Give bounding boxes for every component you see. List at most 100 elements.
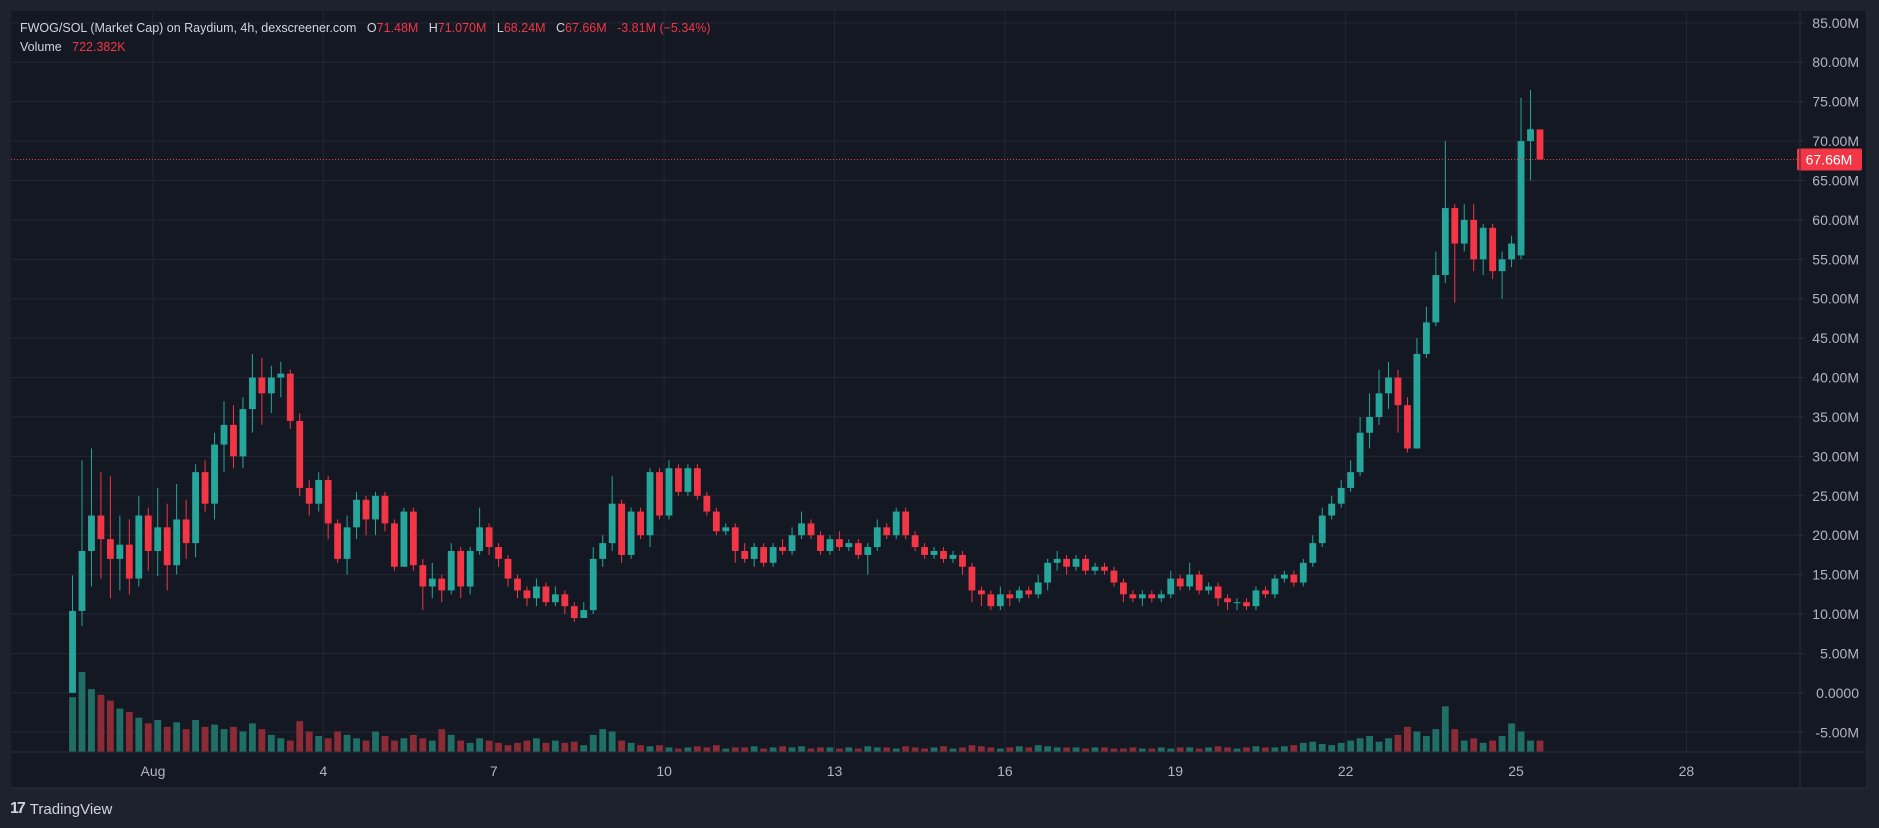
volume-bar: [1536, 740, 1544, 752]
volume-bar: [1025, 747, 1033, 752]
candle-body: [1489, 227, 1497, 272]
candle-body: [125, 544, 133, 579]
candle-body: [741, 550, 749, 559]
candle-body: [192, 472, 200, 544]
candle-body: [1508, 243, 1515, 260]
volume-bar: [372, 731, 379, 752]
volume-bar: [570, 741, 578, 752]
series-legend: FWOG/SOL (Market Cap) on Raydium, 4h, de…: [20, 19, 711, 57]
candle-body: [182, 519, 190, 544]
volume-bar: [163, 726, 171, 752]
candle-body: [580, 610, 588, 618]
candle-body: [883, 527, 891, 536]
plot-area[interactable]: [11, 11, 1800, 752]
volume-bar: [1489, 740, 1497, 752]
volume-bar: [1385, 738, 1392, 752]
volume-bar: [239, 731, 247, 752]
price-tick-label: 70.00M: [1812, 133, 1859, 149]
candle-body: [911, 535, 919, 548]
candle-body: [372, 495, 379, 520]
candle-body: [1044, 562, 1052, 583]
volume-bar: [551, 740, 559, 752]
close-key: C: [555, 21, 565, 35]
candle-body: [892, 511, 900, 536]
candle-body: [930, 550, 938, 555]
volume-bar: [1337, 742, 1345, 752]
candle-body: [1176, 578, 1184, 587]
volume-bar: [1517, 731, 1525, 752]
candle-body: [665, 468, 673, 516]
volume-bar: [514, 742, 521, 752]
volume-bar: [504, 745, 512, 752]
volume-bar: [1394, 734, 1402, 752]
volume-bar: [1404, 726, 1411, 752]
volume-bar: [1224, 747, 1231, 752]
volume-bar: [1498, 736, 1506, 752]
price-tick-label: 85.00M: [1812, 15, 1859, 31]
change-value: -3.81M (−5.34%): [617, 21, 711, 35]
volume-bar: [495, 742, 502, 752]
candle-body: [1299, 562, 1307, 583]
candle-body: [1186, 574, 1194, 587]
volume-bar: [1091, 747, 1099, 752]
volume-bar: [391, 740, 398, 752]
volume-bar: [97, 694, 105, 752]
volume-bar: [1299, 742, 1307, 752]
candle-body: [343, 527, 351, 559]
candle-body: [1053, 558, 1061, 563]
volume-bar: [1470, 738, 1478, 752]
volume-bar: [940, 746, 947, 752]
volume-bar: [854, 748, 862, 752]
candle-body: [561, 594, 569, 607]
volume-bar: [419, 738, 427, 752]
volume-bar: [835, 748, 843, 752]
volume-bar: [230, 726, 237, 752]
candle-body: [523, 590, 531, 599]
volume-bar: [1328, 745, 1336, 752]
volume-bar: [1053, 747, 1061, 752]
candle-body: [921, 547, 929, 555]
volume-bar: [88, 689, 95, 752]
time-tick-label: 4: [319, 763, 327, 779]
candle-body: [438, 578, 446, 591]
volume-bar: [987, 747, 995, 752]
time-scale-area[interactable]: [11, 752, 1867, 788]
candle-body: [1006, 594, 1014, 599]
candle-body: [220, 424, 228, 445]
volume-bar: [220, 729, 228, 752]
volume-bar: [154, 720, 162, 752]
candle-body: [627, 511, 635, 555]
candle-body: [173, 519, 181, 566]
candle-body: [1441, 208, 1449, 276]
volume-bar: [996, 748, 1004, 752]
volume-bar: [1422, 736, 1430, 752]
candle-body: [1432, 275, 1440, 323]
price-tick-label: 15.00M: [1812, 567, 1859, 583]
volume-bar: [182, 729, 190, 752]
volume-bar: [798, 746, 805, 752]
volume-label[interactable]: Volume: [20, 40, 62, 54]
candle-body: [608, 503, 616, 544]
volume-bar: [542, 742, 550, 752]
candle-body: [1110, 570, 1118, 583]
candle-body: [466, 550, 474, 587]
candle-body: [996, 594, 1004, 607]
candle-body: [817, 535, 824, 551]
candle-body: [570, 606, 578, 618]
candle-body: [1517, 141, 1525, 256]
price-tick-label: 75.00M: [1812, 94, 1859, 110]
candle-body: [1252, 590, 1260, 607]
volume-bar: [125, 712, 133, 752]
symbol-title[interactable]: FWOG/SOL (Market Cap) on Raydium, 4h, de…: [20, 21, 356, 35]
candle-body: [750, 547, 758, 559]
volume-bar: [1157, 747, 1165, 752]
chart-canvas[interactable]: 67.66M 85.00M80.00M75.00M70.00M65.00M60.…: [0, 0, 1879, 828]
volume-bar: [1309, 741, 1317, 752]
volume-bar: [1432, 729, 1440, 752]
tradingview-attribution[interactable]: 17 TradingView: [10, 798, 112, 820]
candle-body: [267, 377, 275, 394]
candle-body: [154, 527, 162, 551]
time-tick-label: 10: [656, 763, 672, 779]
candle-body: [201, 472, 209, 504]
candle-body: [684, 468, 692, 492]
